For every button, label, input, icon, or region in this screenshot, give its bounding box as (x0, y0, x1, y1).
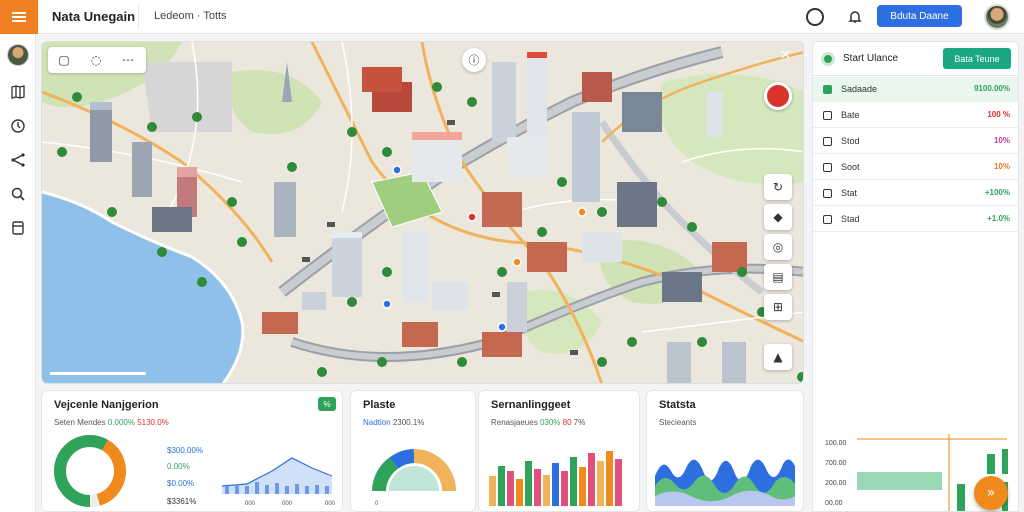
map-book-icon[interactable] (8, 82, 28, 102)
legend-item: 0.00% (167, 462, 190, 471)
header-divider (138, 5, 139, 29)
axis-tick: 00.00 (825, 500, 843, 507)
header-action-button[interactable]: Bduta Daane (877, 5, 962, 27)
axis-tick: 700.00 (825, 460, 847, 467)
stats-card: Statsta Stecieants (646, 390, 804, 512)
lasso-tool-icon[interactable]: ◌ (80, 47, 112, 73)
plate-card: Plaste Nadtion 2300.1% 0 (350, 390, 476, 512)
hamburger-menu-icon[interactable] (0, 0, 38, 34)
location-icon[interactable]: ◆ (764, 204, 792, 230)
search-icon[interactable] (8, 184, 28, 204)
alert-marker-icon[interactable] (764, 82, 792, 110)
share-icon[interactable] (8, 150, 28, 170)
row-label: Stad (841, 214, 860, 224)
row-value: 100 % (987, 110, 1010, 119)
row-icon (823, 189, 832, 198)
bar-chart (489, 451, 622, 506)
card-badge[interactable]: % (318, 397, 336, 411)
row-value: 9100.00% (973, 84, 1010, 93)
clock-icon[interactable] (806, 8, 824, 26)
document-icon[interactable] (8, 218, 28, 238)
city-map[interactable]: ▢ ◌ ⋯ ⓘ ✕ ↻ ◆ ◎ ▤ ⊞ ▲ (41, 41, 804, 384)
area-bar-chart (221, 457, 333, 494)
axis-tick: 000 (325, 501, 336, 507)
filter-icon[interactable]: ⊞ (764, 294, 792, 320)
card-title: Statsta (659, 399, 696, 411)
sidebar-avatar[interactable] (7, 44, 29, 66)
vehicle-management-card: Vejcenle Nanjgerion % Seten Mendes 0.000… (41, 390, 343, 512)
row-label: Soot (841, 162, 860, 172)
right-panel-title: Start Ulance (843, 53, 899, 64)
legend-item: $300.00% (167, 446, 204, 455)
row-value: 10% (993, 162, 1010, 171)
user-avatar[interactable] (984, 4, 1010, 30)
row-label: Stod (841, 136, 860, 146)
list-item[interactable]: Stat +100% (813, 181, 1018, 206)
map-toolbar: ▢ ◌ ⋯ (48, 47, 146, 73)
axis-tick: 0 (375, 501, 379, 507)
axis-tick: 200.00 (825, 480, 847, 487)
row-label: Stat (841, 188, 858, 198)
axis-tick: 000 (282, 501, 293, 507)
card-subtitle: Nadtion 2300.1% (363, 418, 425, 427)
map-illustration (42, 42, 803, 383)
bell-icon[interactable] (844, 6, 866, 28)
rotate-icon[interactable]: ↻ (764, 174, 792, 200)
info-pin-icon[interactable]: ⓘ (462, 48, 486, 72)
card-subtitle: Seten Mendes 0.000% 5130.0% (54, 418, 169, 427)
row-value: +100% (984, 188, 1010, 197)
double-chevron-right-icon[interactable]: » (974, 476, 1008, 510)
app-title: Nata Unegain (52, 9, 136, 24)
row-icon (823, 111, 832, 120)
row-icon (823, 215, 832, 224)
left-sidebar (0, 34, 36, 512)
wave-chart (655, 459, 795, 506)
list-item[interactable]: Stod 10% (813, 129, 1018, 154)
list-item[interactable]: Soot 10% (813, 155, 1018, 180)
card-subtitle: Stecieants (659, 418, 697, 427)
close-icon[interactable]: ✕ (780, 48, 791, 63)
legend-item: $0.00% (167, 479, 195, 488)
car-icon[interactable]: ▲ (764, 344, 792, 370)
gauge-chart (372, 449, 456, 492)
row-icon (823, 85, 832, 94)
measure-tool-icon[interactable]: ⋯ (112, 47, 144, 73)
clock-icon[interactable] (8, 116, 28, 136)
row-icon (823, 163, 832, 172)
list-item[interactable]: Sadaade 9100.00% (813, 77, 1018, 102)
row-label: Bate (841, 110, 860, 120)
top-bar: Nata Unegain Ledeom · Totts Bduta Daane (0, 0, 1024, 34)
card-title: Sernanlinggeet (491, 399, 571, 411)
summary-card: Sernanlinggeet Renasjaeues 030% 80 7% (478, 390, 640, 512)
axis-tick: 000 (245, 501, 256, 507)
right-panel-header: Start Ulance Bata Teune (813, 42, 1018, 76)
map-scale-bar (50, 372, 146, 375)
card-title: Plaste (363, 399, 396, 411)
map-view-icon[interactable]: ▤ (764, 264, 792, 290)
legend-item: $3361% (167, 497, 197, 506)
right-panel: Start Ulance Bata Teune Sadaade 9100.00%… (812, 41, 1019, 512)
breadcrumb[interactable]: Ledeom · Totts (154, 10, 227, 22)
card-subtitle: Renasjaeues 030% 80 7% (491, 418, 586, 427)
row-value: +1.0% (987, 214, 1010, 223)
list-item[interactable]: Stad +1.0% (813, 207, 1018, 232)
right-panel-button[interactable]: Bata Teune (943, 48, 1011, 69)
donut-chart (54, 435, 126, 508)
list-item[interactable]: Bate 100 % (813, 103, 1018, 128)
select-tool-icon[interactable]: ▢ (48, 47, 80, 73)
status-dot-icon (821, 52, 835, 66)
layers-icon[interactable]: ◎ (764, 234, 792, 260)
axis-tick: 100.00 (825, 440, 847, 447)
row-label: Sadaade (841, 84, 878, 94)
row-value: 10% (993, 136, 1010, 145)
row-icon (823, 137, 832, 146)
card-title: Vejcenle Nanjgerion (54, 399, 159, 411)
